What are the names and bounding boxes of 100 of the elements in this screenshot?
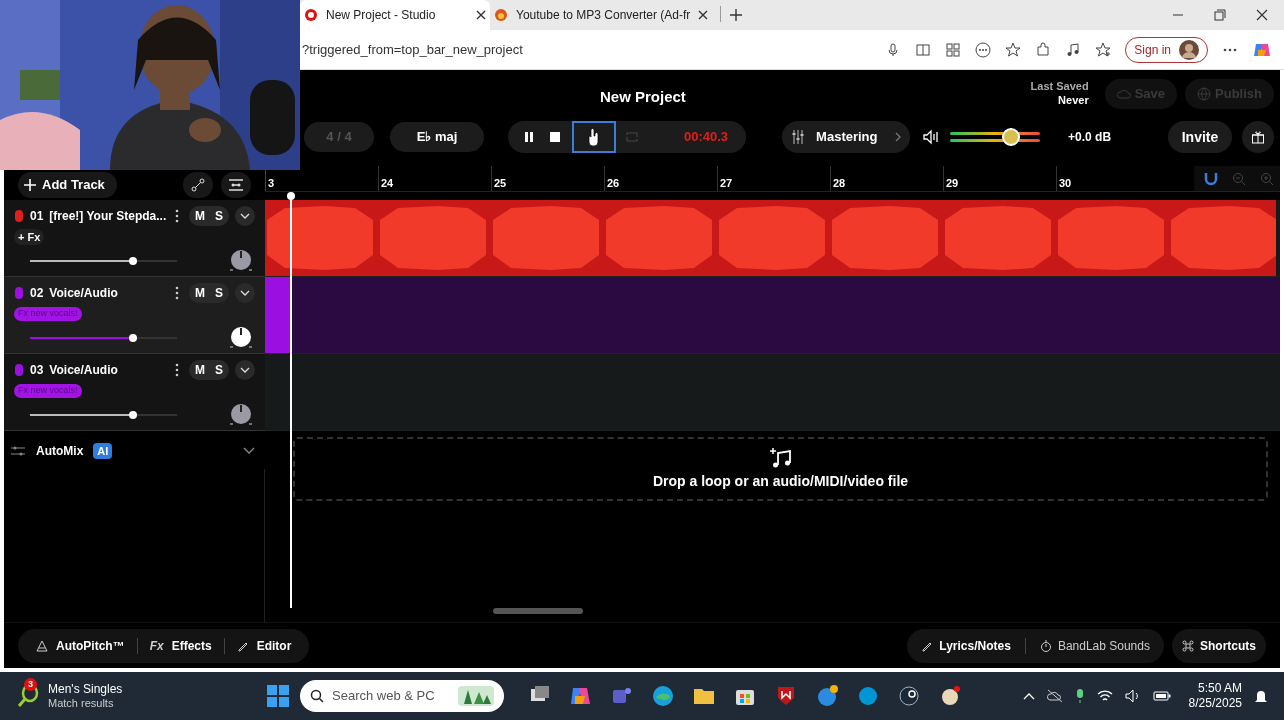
windows-icon[interactable] bbox=[266, 684, 290, 708]
pan-knob-icon[interactable] bbox=[227, 402, 255, 428]
magnet-icon[interactable] bbox=[1204, 171, 1218, 186]
last-saved-label: Last Saved bbox=[1030, 80, 1089, 94]
track-header[interactable]: 02 Voice/Audio M S Fx new vocals! bbox=[4, 277, 265, 354]
chevron-down-icon bbox=[240, 290, 250, 296]
track-header[interactable]: 03 Voice/Audio M S Fx new vocals! bbox=[4, 354, 265, 431]
gift-button[interactable] bbox=[1242, 121, 1274, 153]
playhead-handle[interactable] bbox=[287, 192, 295, 200]
expand-button[interactable] bbox=[235, 283, 255, 303]
search-bar[interactable]: Search web & PC bbox=[300, 680, 504, 712]
record-button[interactable] bbox=[572, 121, 616, 153]
track-number: 01 bbox=[30, 208, 44, 225]
toolbar-button[interactable]: BandLab Sounds bbox=[1039, 636, 1150, 655]
tuner-button[interactable] bbox=[221, 172, 251, 198]
search-input[interactable]: Search web & PC bbox=[332, 686, 450, 706]
favorites-icon[interactable] bbox=[1095, 41, 1112, 58]
widget-button[interactable]: 3 Men's Singles Match results bbox=[16, 681, 266, 711]
mute-button[interactable]: M bbox=[195, 207, 205, 225]
close-icon[interactable] bbox=[1256, 9, 1268, 21]
solo-button[interactable]: S bbox=[215, 361, 223, 379]
sliders-icon bbox=[790, 129, 807, 145]
volume-slider[interactable] bbox=[950, 127, 1041, 147]
toolbar-button[interactable]: Editor bbox=[232, 636, 296, 655]
trees-icon bbox=[458, 686, 494, 706]
kebab-icon[interactable] bbox=[175, 286, 179, 300]
project-title: New Project bbox=[600, 87, 686, 107]
track-name: Voice/Audio bbox=[49, 362, 119, 379]
solo-button[interactable]: S bbox=[215, 284, 223, 302]
cloud-icon bbox=[1116, 87, 1131, 101]
new-tab-icon[interactable] bbox=[729, 8, 744, 22]
expand-button[interactable] bbox=[235, 360, 255, 380]
mute-button[interactable]: M bbox=[195, 284, 205, 302]
time-display: 00:40.3 bbox=[684, 128, 729, 147]
toolbar-button[interactable]: AutoPitch™ bbox=[32, 636, 129, 655]
ruler-number: 30 bbox=[1059, 177, 1072, 189]
kebab-icon[interactable] bbox=[175, 209, 179, 223]
volume-icon[interactable] bbox=[1124, 689, 1141, 703]
invite-button[interactable]: Invite bbox=[1168, 121, 1232, 153]
volume-slider[interactable] bbox=[30, 333, 177, 343]
music-icon[interactable] bbox=[1065, 41, 1082, 58]
toolbar-button[interactable]: Lyrics/Notes bbox=[921, 636, 1011, 655]
close-icon[interactable] bbox=[698, 10, 709, 20]
gain-readout: +0.0 dB bbox=[1068, 129, 1112, 146]
close-icon[interactable] bbox=[476, 10, 486, 20]
add-fx-button[interactable]: + Fx bbox=[14, 228, 45, 246]
chevron-down-icon bbox=[240, 367, 250, 373]
address-field[interactable]: ?triggered_from=top_bar_new_project bbox=[302, 39, 886, 60]
slider-thumb[interactable] bbox=[128, 257, 137, 265]
widget-title: Men's Singles bbox=[48, 681, 123, 697]
chevron-up-icon[interactable] bbox=[1022, 692, 1035, 700]
clock[interactable]: 5:50 AM 8/25/2025 bbox=[1188, 681, 1242, 711]
solo-button[interactable]: S bbox=[215, 207, 223, 225]
link-button[interactable] bbox=[183, 172, 213, 198]
expand-button[interactable] bbox=[235, 206, 255, 226]
microphone-icon[interactable] bbox=[1074, 688, 1085, 704]
volume-slider[interactable] bbox=[30, 410, 177, 420]
wifi-icon[interactable] bbox=[1096, 689, 1113, 703]
volume-knob[interactable] bbox=[1002, 128, 1021, 146]
tab-title: New Project - Studio bbox=[326, 7, 437, 24]
globe-icon bbox=[1197, 87, 1212, 101]
ai-badge: AI bbox=[93, 442, 113, 460]
more-icon[interactable] bbox=[975, 41, 992, 58]
cloud-off-icon[interactable] bbox=[1046, 689, 1063, 703]
track-number: 03 bbox=[30, 362, 44, 379]
link-icon bbox=[191, 178, 205, 192]
mastering-button[interactable]: Mastering bbox=[782, 121, 911, 153]
tuner-icon bbox=[228, 178, 244, 192]
music-plus-icon bbox=[768, 446, 793, 469]
browser-tab[interactable]: New Project - Studio bbox=[300, 0, 490, 30]
restore-icon[interactable] bbox=[1214, 9, 1226, 21]
add-track-button[interactable]: Add Track bbox=[18, 172, 117, 198]
track-header[interactable]: 01 [free!] Your Stepda... M S + Fx bbox=[4, 200, 265, 277]
speaker-icon[interactable] bbox=[922, 129, 941, 145]
drop-zone-text: Drop a loop or an audio/MIDI/video file bbox=[652, 471, 909, 491]
ruler-number: 27 bbox=[720, 177, 733, 189]
reader-icon[interactable] bbox=[915, 41, 932, 58]
slider-thumb[interactable] bbox=[128, 334, 137, 342]
record-icon bbox=[304, 8, 318, 22]
grid-icon[interactable] bbox=[945, 41, 962, 58]
toolbar-button[interactable]: Fx Effects bbox=[145, 636, 216, 655]
volume-slider[interactable] bbox=[30, 256, 177, 266]
chevron-down-icon[interactable] bbox=[243, 447, 255, 455]
scrollbar-thumb[interactable] bbox=[493, 608, 583, 614]
ruler-number: 25 bbox=[494, 177, 507, 189]
browser-tab[interactable]: Youtube to MP3 Converter (Ad-fr bbox=[490, 0, 713, 30]
key-button[interactable]: E♭ maj bbox=[390, 122, 484, 152]
slider-thumb[interactable] bbox=[128, 411, 137, 419]
mute-button[interactable]: M bbox=[195, 361, 205, 379]
kebab-icon[interactable] bbox=[175, 363, 179, 377]
ruler-number: 3 bbox=[268, 177, 275, 189]
avatar-icon bbox=[1179, 39, 1199, 60]
pan-knob-icon[interactable] bbox=[227, 248, 255, 274]
star-icon[interactable] bbox=[1005, 41, 1022, 58]
pan-knob-icon[interactable] bbox=[227, 325, 255, 351]
bell-icon[interactable] bbox=[1254, 688, 1268, 704]
track-name: [free!] Your Stepda... bbox=[49, 208, 168, 225]
tab-title: Youtube to MP3 Converter (Ad-fr bbox=[516, 7, 691, 24]
drop-zone[interactable]: Drop a loop or an audio/MIDI/video file bbox=[293, 437, 1268, 501]
battery-icon[interactable] bbox=[1152, 690, 1171, 702]
